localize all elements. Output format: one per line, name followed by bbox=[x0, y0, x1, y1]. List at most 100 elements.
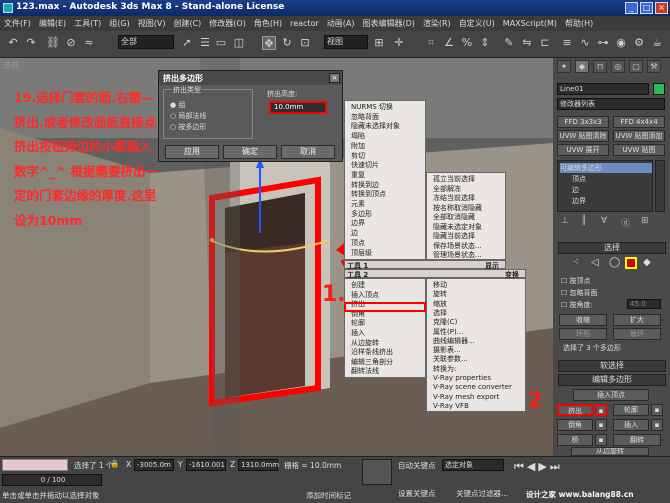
display-item[interactable]: 保存场景状态... bbox=[427, 242, 505, 251]
menu-item-2[interactable]: 工具(T) bbox=[74, 18, 101, 29]
redo-icon[interactable]: ↷ bbox=[24, 36, 38, 50]
menu-item-9[interactable]: 动画(A) bbox=[327, 18, 355, 29]
tools1-item[interactable]: 转换到顶点 bbox=[345, 190, 425, 199]
select-object-icon[interactable]: ➚ bbox=[180, 36, 194, 50]
menu-item-8[interactable]: reactor bbox=[290, 19, 319, 28]
outline-settings-button[interactable]: ▪ bbox=[651, 404, 663, 416]
flip-button[interactable]: 翻转 bbox=[613, 434, 661, 446]
scale-icon[interactable]: ⊡ bbox=[298, 36, 312, 50]
tools1-item[interactable]: NURMS 切换 bbox=[345, 103, 425, 112]
transform-item[interactable]: V-Ray scene converter bbox=[427, 383, 525, 392]
display-item[interactable]: 孤立当前选择 bbox=[427, 175, 505, 184]
option-local-normal[interactable]: ○ 局部法线 bbox=[170, 111, 206, 121]
spinner-snap-icon[interactable]: ⇕ bbox=[478, 36, 492, 50]
z-coordinate-field[interactable]: 1310.0mm bbox=[238, 459, 279, 471]
ring-button[interactable]: 环形 bbox=[559, 328, 607, 340]
uvw-clear-button[interactable]: UVW 贴图清除 bbox=[557, 130, 609, 142]
render-setup-icon[interactable]: ⚙ bbox=[632, 36, 646, 50]
tools1-item[interactable]: 边 bbox=[345, 229, 425, 238]
hierarchy-tab-icon[interactable]: ⊓ bbox=[593, 60, 607, 73]
minimize-button[interactable]: _ bbox=[625, 2, 638, 14]
ignore-backface-checkbox[interactable]: ☐ 忽略背面 bbox=[561, 288, 598, 298]
angle-field[interactable]: 45.0 bbox=[627, 299, 661, 309]
inset-settings-button[interactable]: ▪ bbox=[651, 419, 663, 431]
stack-scrollbar[interactable] bbox=[655, 160, 665, 212]
display-tab-icon[interactable]: ▢ bbox=[629, 60, 643, 73]
tools2-item[interactable]: 创建 bbox=[345, 281, 425, 290]
extrude-button[interactable]: 挤出 bbox=[557, 404, 593, 416]
schematic-view-icon[interactable]: ⊶ bbox=[596, 36, 610, 50]
bridge-button[interactable]: 桥 bbox=[557, 434, 593, 446]
tools1-item[interactable]: 剪切 bbox=[345, 152, 425, 161]
menu-item-5[interactable]: 创建(C) bbox=[173, 18, 201, 29]
tools2-item[interactable]: 插入 bbox=[345, 329, 425, 338]
lock-selection-icon[interactable]: 🔒 bbox=[110, 459, 119, 468]
uvw-unwrap-button[interactable]: UVW 展开 bbox=[557, 144, 609, 156]
menu-item-1[interactable]: 编辑(E) bbox=[39, 18, 66, 29]
selected-object-dropdown[interactable]: 选定对象 bbox=[442, 459, 504, 471]
uvw-map-button[interactable]: UVW 贴图 bbox=[613, 144, 665, 156]
menu-item-13[interactable]: MAXScript(M) bbox=[503, 19, 557, 28]
transform-item[interactable]: V-Ray mesh export bbox=[427, 393, 525, 402]
quick-render-icon[interactable]: ☕ bbox=[650, 36, 664, 50]
set-key-button[interactable]: 设置关键点 bbox=[398, 488, 436, 499]
tools1-item[interactable]: 重复 bbox=[345, 171, 425, 180]
time-slider[interactable]: 0 / 100 bbox=[2, 474, 102, 486]
menu-item-10[interactable]: 图表编辑器(D) bbox=[362, 18, 414, 29]
display-item[interactable]: 冻结当前选择 bbox=[427, 194, 505, 203]
insert-vertex-button[interactable]: 插入顶点 bbox=[573, 389, 649, 401]
layer-manager-icon[interactable]: ≡ bbox=[560, 36, 574, 50]
y-coordinate-field[interactable]: -1610.001 bbox=[186, 459, 226, 471]
ffd444-button[interactable]: FFD 4x4x4 bbox=[613, 116, 665, 128]
soft-selection-rollout[interactable]: 软选择 bbox=[558, 360, 666, 372]
remove-modifier-icon[interactable]: ⓓ bbox=[621, 216, 630, 229]
tools1-item[interactable]: 顶层级 bbox=[345, 249, 425, 258]
extrusion-height-input[interactable]: 10.0mm bbox=[269, 101, 327, 114]
stack-item-editable-poly[interactable]: 可编辑多边形 bbox=[560, 163, 652, 173]
select-manipulate-icon[interactable]: ✛ bbox=[392, 36, 406, 50]
dialog-close-button[interactable]: × bbox=[329, 73, 340, 83]
tools1-item[interactable]: 快速切片 bbox=[345, 161, 425, 170]
display-item[interactable]: 全部取消隐藏 bbox=[427, 213, 505, 222]
tools2-item[interactable]: 编辑三角剖分 bbox=[345, 358, 425, 367]
apply-button[interactable]: 应用 bbox=[165, 145, 219, 159]
display-item[interactable]: 管理场景状态... bbox=[427, 251, 505, 260]
transform-item[interactable]: 选择 bbox=[427, 309, 525, 318]
playback-controls-icon[interactable]: ⏮◀▶⏭ bbox=[514, 460, 563, 474]
tools2-item[interactable]: 从边旋转 bbox=[345, 339, 425, 348]
bevel-settings-button[interactable]: ▪ bbox=[595, 419, 607, 431]
snap-toggle-icon[interactable]: ⌗ bbox=[424, 36, 438, 50]
menu-item-4[interactable]: 视图(V) bbox=[138, 18, 166, 29]
edge-mode-icon[interactable]: ◁ bbox=[591, 257, 599, 268]
modifier-stack[interactable]: 可编辑多边形 顶点 边 边界 bbox=[557, 160, 653, 212]
by-vertex-checkbox[interactable]: ☐ 按顶点 bbox=[561, 276, 591, 286]
transform-item[interactable]: V-Ray VFB bbox=[427, 402, 525, 411]
motion-tab-icon[interactable]: ◎ bbox=[611, 60, 625, 73]
extrude-settings-button[interactable]: ▪ bbox=[595, 404, 607, 416]
transform-item[interactable]: 属性(P)... bbox=[427, 328, 525, 337]
tools1-item[interactable]: 隐藏未选择对象 bbox=[345, 122, 425, 131]
display-item[interactable]: 隐藏未选定对象 bbox=[427, 223, 505, 232]
menu-item-6[interactable]: 修改器(O) bbox=[209, 18, 246, 29]
stack-item-vertex[interactable]: 顶点 bbox=[572, 174, 586, 184]
transform-item[interactable]: 克隆(C) bbox=[427, 318, 525, 327]
tools1-item[interactable]: 多边形 bbox=[345, 210, 425, 219]
menu-item-3[interactable]: 组(G) bbox=[109, 18, 129, 29]
selection-filter-dropdown[interactable]: 全部 bbox=[118, 35, 174, 49]
maximize-button[interactable]: □ bbox=[640, 2, 653, 14]
by-angle-checkbox[interactable]: ☐ 按角度: bbox=[561, 300, 593, 310]
named-selection-icon[interactable]: ✎ bbox=[502, 36, 516, 50]
region-select-icon[interactable]: ▭ bbox=[214, 36, 228, 50]
option-group[interactable]: ● 组 bbox=[170, 100, 185, 110]
transform-item[interactable]: V-Ray properties bbox=[427, 374, 525, 383]
display-item[interactable]: 隐藏当前选择 bbox=[427, 232, 505, 241]
vertex-mode-icon[interactable]: ⁖ bbox=[573, 257, 579, 268]
shrink-button[interactable]: 收缩 bbox=[559, 314, 607, 326]
tools2-item[interactable]: 翻转法线 bbox=[345, 367, 425, 376]
utilities-tab-icon[interactable]: ⚒ bbox=[647, 60, 661, 73]
border-mode-icon[interactable]: ◯ bbox=[609, 257, 620, 268]
ffd333-button[interactable]: FFD 3x3x3 bbox=[557, 116, 609, 128]
bevel-button[interactable]: 倒角 bbox=[557, 419, 593, 431]
select-link-icon[interactable]: ⛓ bbox=[46, 36, 60, 50]
add-time-tag[interactable]: 添加时间标记 bbox=[306, 490, 351, 501]
